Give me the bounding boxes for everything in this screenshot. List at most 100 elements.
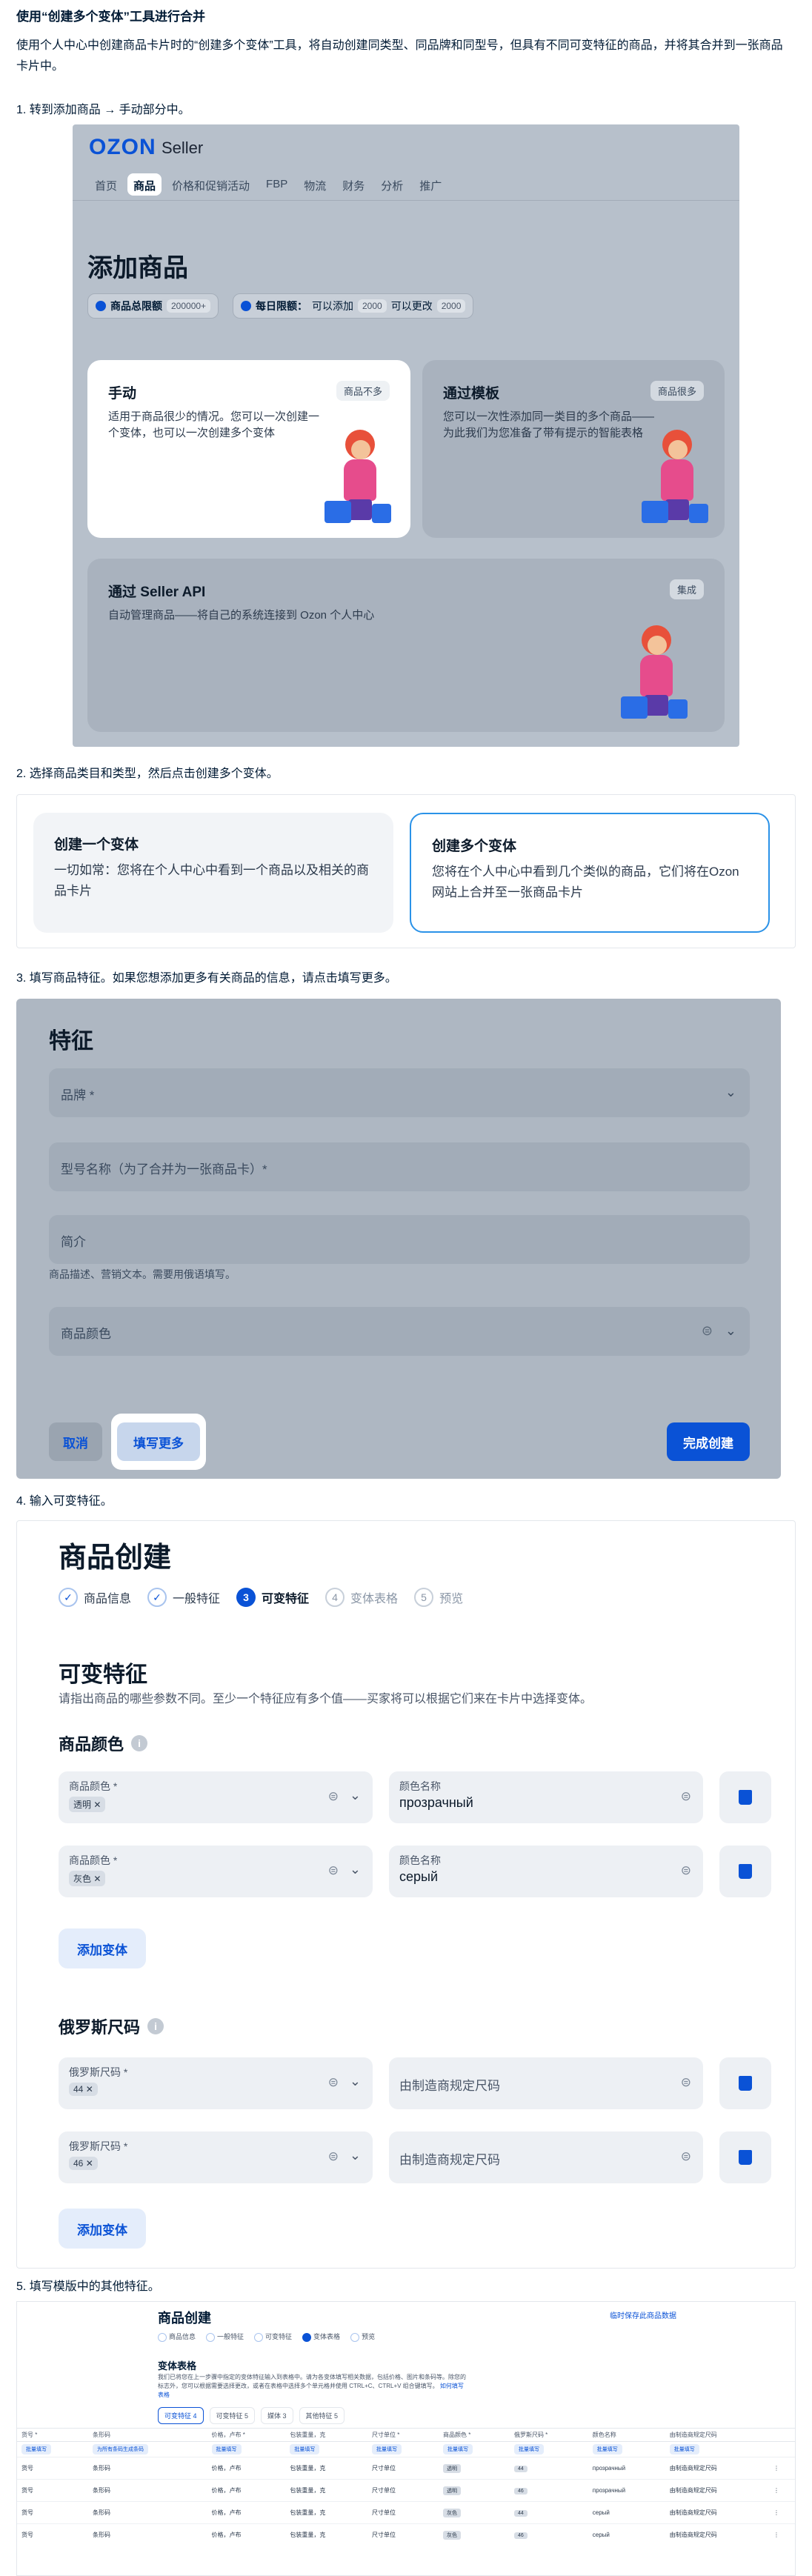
row-menu-icon[interactable]: ⋮ — [769, 2457, 795, 2480]
create-one-variant-card[interactable]: 创建一个变体 一切如常：您将在个人中心中看到一个商品以及相关的商品卡片 — [33, 813, 393, 933]
size-select-2[interactable]: 俄罗斯尺码 * 46 ✕ ⊜ ⌄ — [59, 2131, 373, 2183]
row-menu-icon[interactable]: ⋮ — [769, 2523, 795, 2546]
table-cell-barcode[interactable]: 条形码 — [87, 2501, 207, 2524]
step-item[interactable]: 可变特征 — [254, 2332, 292, 2342]
brand-select[interactable]: 品牌 * ⌄ — [49, 1068, 750, 1117]
bulk-fill-button[interactable]: 批量填写 — [21, 2444, 51, 2454]
manufacturer-size-input-2[interactable]: 由制造商规定尺码 ⊜ — [389, 2131, 703, 2183]
delete-button[interactable] — [719, 1846, 771, 1897]
info-icon[interactable]: i — [147, 2018, 164, 2034]
info-icon[interactable]: i — [131, 1735, 148, 1751]
tab-variant-attrs[interactable]: 可变特征 4 — [158, 2407, 204, 2424]
step-variant-table[interactable]: 4 变体表格 — [325, 1588, 398, 1607]
create-many-variants-card[interactable]: 创建多个变体 您将在个人中心中看到几个类似的商品，它们将在Ozon网站上合并至一… — [410, 813, 770, 933]
api-card[interactable]: 通过 Seller API 集成 自动管理商品——将自己的系统连接到 Ozon … — [87, 559, 725, 732]
ozon-logo[interactable]: OZON — [89, 135, 156, 160]
table-cell-cname[interactable]: прозрачный — [588, 2457, 665, 2480]
save-draft-link[interactable]: 临时保存此商品数据 — [610, 2309, 676, 2320]
step-item[interactable]: 预览 — [350, 2332, 375, 2342]
table-cell-msize[interactable]: 由制造商规定尺码 — [665, 2523, 769, 2546]
nav-logistics[interactable]: 物流 — [298, 173, 332, 196]
generate-barcode-button[interactable]: 为所有条码生成条码 — [92, 2444, 148, 2454]
table-cell-color[interactable]: 透明 — [439, 2457, 510, 2480]
table-cell-unit[interactable]: 尺寸单位 — [367, 2457, 439, 2480]
delete-button[interactable] — [719, 2057, 771, 2109]
table-cell-cname[interactable]: серый — [588, 2501, 665, 2524]
table-cell-unit[interactable]: 尺寸单位 — [367, 2523, 439, 2546]
table-cell-cname[interactable]: прозрачный — [588, 2479, 665, 2502]
row-menu-icon[interactable]: ⋮ — [769, 2501, 795, 2524]
manual-card[interactable]: 手动 商品不多 适用于商品很少的情况。您可以一次创建一个变体，也可以一次创建多个… — [87, 360, 410, 538]
table-cell-price[interactable]: 价格，卢布 — [207, 2523, 286, 2546]
nav-prices[interactable]: 价格和促销活动 — [166, 173, 256, 196]
table-cell-msize[interactable]: 由制造商规定尺码 — [665, 2501, 769, 2524]
step-item[interactable]: 一般特征 — [206, 2332, 244, 2342]
nav-finance[interactable]: 财务 — [336, 173, 370, 196]
tab-variant-attrs-2[interactable]: 可变特征 5 — [209, 2407, 256, 2424]
row-menu-icon[interactable]: ⋮ — [769, 2479, 795, 2502]
size-select-1[interactable]: 俄罗斯尺码 * 44 ✕ ⊜ ⌄ — [59, 2057, 373, 2109]
size-chip[interactable]: 46 ✕ — [69, 2157, 98, 2170]
table-cell-weight[interactable]: 包装重量，克 — [285, 2501, 368, 2524]
table-cell-weight[interactable]: 包装重量，克 — [285, 2479, 368, 2502]
step-general[interactable]: ✓ 一般特征 — [147, 1588, 220, 1607]
table-cell-weight[interactable]: 包装重量，克 — [285, 2457, 368, 2480]
delete-button[interactable] — [719, 1771, 771, 1823]
table-cell-color[interactable]: 灰色 — [439, 2523, 510, 2546]
fill-more-button[interactable]: 填写更多 — [117, 1422, 200, 1461]
table-cell-sku[interactable]: 货号 — [17, 2479, 88, 2502]
tab-other[interactable]: 其他特征 5 — [299, 2407, 345, 2424]
cancel-button[interactable]: 取消 — [49, 1422, 102, 1461]
table-cell-color[interactable]: 透明 — [439, 2479, 510, 2502]
color-chip[interactable]: 灰色 ✕ — [69, 1871, 106, 1886]
table-cell-sku[interactable]: 货号 — [17, 2457, 88, 2480]
bulk-fill-button[interactable]: 批量填写 — [592, 2444, 622, 2454]
step-variant-attrs[interactable]: 3 可变特征 — [236, 1588, 309, 1607]
table-cell-unit[interactable]: 尺寸单位 — [367, 2479, 439, 2502]
step-preview[interactable]: 5 预览 — [414, 1588, 463, 1607]
bulk-fill-button[interactable]: 批量填写 — [669, 2444, 699, 2454]
table-cell-price[interactable]: 价格，卢布 — [207, 2479, 286, 2502]
bulk-fill-button[interactable]: 批量填写 — [443, 2444, 473, 2454]
table-cell-size[interactable]: 44 — [509, 2501, 588, 2524]
step-item[interactable]: 商品信息 — [158, 2332, 196, 2342]
table-cell-size[interactable]: 44 — [509, 2457, 588, 2480]
table-cell-color[interactable]: 灰色 — [439, 2501, 510, 2524]
step-product-info[interactable]: ✓ 商品信息 — [59, 1588, 131, 1607]
table-cell-sku[interactable]: 货号 — [17, 2501, 88, 2524]
nav-home[interactable]: 首页 — [89, 173, 123, 196]
color-name-input-1[interactable]: 颜色名称 прозрачный ⊜ — [389, 1771, 703, 1823]
nav-promotion[interactable]: 推广 — [413, 173, 447, 196]
color-select-2[interactable]: 商品颜色 * 灰色 ✕ ⊜ ⌄ — [59, 1846, 373, 1897]
color-chip[interactable]: 透明 ✕ — [69, 1797, 106, 1812]
table-cell-unit[interactable]: 尺寸单位 — [367, 2501, 439, 2524]
color-name-input-2[interactable]: 颜色名称 серый ⊜ — [389, 1846, 703, 1897]
color-select-1[interactable]: 商品颜色 * 透明 ✕ ⊜ ⌄ — [59, 1771, 373, 1823]
summary-input[interactable]: 简介 — [49, 1215, 750, 1264]
manufacturer-size-input-1[interactable]: 由制造商规定尺码 ⊜ — [389, 2057, 703, 2109]
table-cell-barcode[interactable]: 条形码 — [87, 2457, 207, 2480]
table-cell-cname[interactable]: серый — [588, 2523, 665, 2546]
step-item[interactable]: 变体表格 — [302, 2332, 340, 2342]
size-chip[interactable]: 44 ✕ — [69, 2083, 98, 2096]
table-cell-size[interactable]: 46 — [509, 2523, 588, 2546]
table-cell-barcode[interactable]: 条形码 — [87, 2479, 207, 2502]
template-card[interactable]: 通过模板 商品很多 您可以一次性添加同一类目的多个商品——为此我们为您准备了带有… — [422, 360, 725, 538]
nav-products[interactable]: 商品 — [127, 173, 162, 196]
bulk-fill-button[interactable]: 批量填写 — [290, 2444, 320, 2454]
table-cell-barcode[interactable]: 条形码 — [87, 2523, 207, 2546]
table-cell-price[interactable]: 价格，卢布 — [207, 2457, 286, 2480]
finish-button[interactable]: 完成创建 — [667, 1422, 750, 1461]
table-cell-msize[interactable]: 由制造商规定尺码 — [665, 2479, 769, 2502]
table-cell-price[interactable]: 价格，卢布 — [207, 2501, 286, 2524]
add-variant-button[interactable]: 添加变体 — [59, 2209, 146, 2249]
bulk-fill-button[interactable]: 批量填写 — [513, 2444, 544, 2454]
nav-fbp[interactable]: FBP — [260, 173, 293, 196]
table-cell-msize[interactable]: 由制造商规定尺码 — [665, 2457, 769, 2480]
table-cell-size[interactable]: 46 — [509, 2479, 588, 2502]
bulk-fill-button[interactable]: 批量填写 — [372, 2444, 402, 2454]
delete-button[interactable] — [719, 2131, 771, 2183]
model-name-input[interactable]: 型号名称（为了合并为一张商品卡）* — [49, 1142, 750, 1191]
nav-analytics[interactable]: 分析 — [375, 173, 409, 196]
color-select[interactable]: 商品颜色 ⊜ ⌄ — [49, 1307, 750, 1356]
